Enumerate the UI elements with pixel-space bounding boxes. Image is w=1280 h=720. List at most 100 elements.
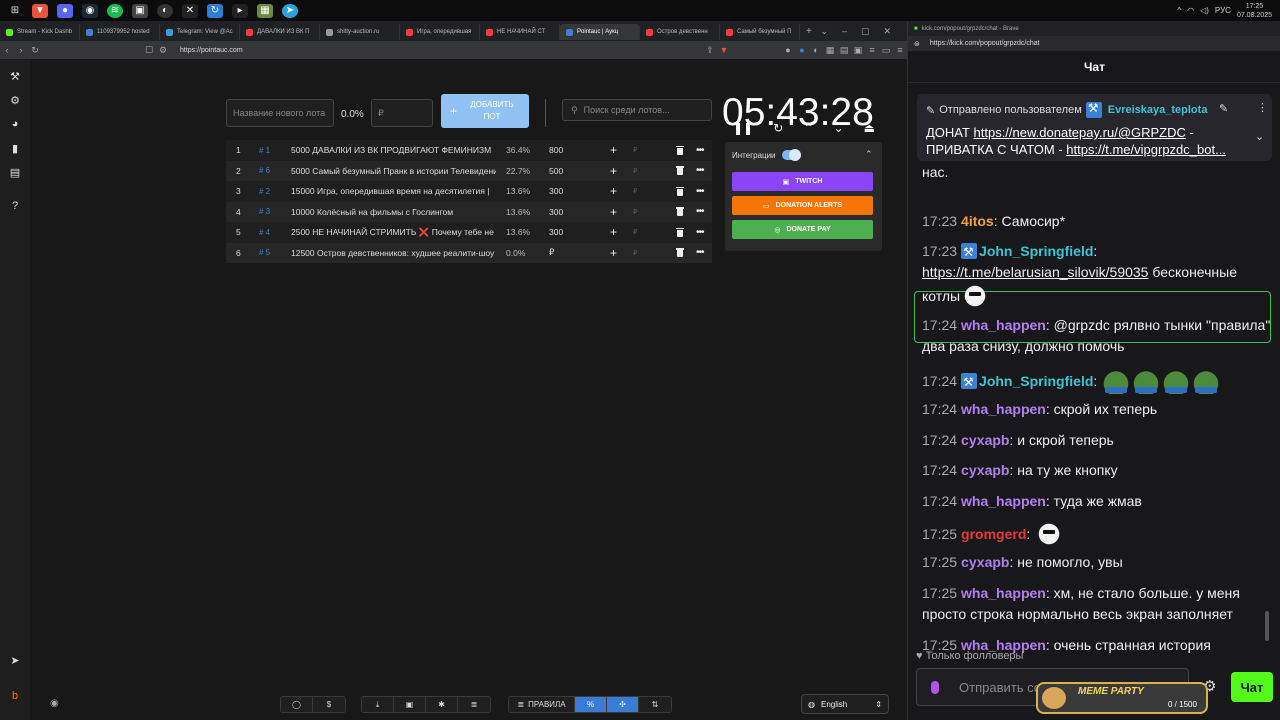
lot-name[interactable]: 15000 Игра, опередившая время на десятил… bbox=[291, 186, 496, 196]
volume-icon[interactable]: ◁) bbox=[1200, 6, 1209, 15]
extension8-icon[interactable]: ▭ bbox=[879, 45, 893, 56]
add-lot-button[interactable]: + ДОБАВИТЬ ПОТ bbox=[441, 94, 529, 128]
stats-icon[interactable]: ▮ bbox=[8, 141, 22, 155]
lot-name[interactable]: 2500 НЕ НАЧИНАЙ СТРИМИТЬ ❌ Почему тебе н… bbox=[291, 227, 496, 238]
message-username[interactable]: сухарb bbox=[961, 462, 1009, 478]
restart-icon[interactable]: ↻ bbox=[773, 121, 783, 135]
lot-rub-input[interactable]: ₽ bbox=[633, 146, 637, 154]
trash-icon[interactable] bbox=[676, 248, 684, 258]
more-options-icon[interactable]: ••• bbox=[696, 227, 704, 238]
add-to-lot-icon[interactable]: + bbox=[610, 246, 617, 260]
picture-icon[interactable]: ▦ bbox=[257, 3, 273, 18]
lot-id[interactable]: # 3 bbox=[259, 207, 270, 216]
message-username[interactable]: wha_happen bbox=[961, 401, 1046, 417]
url-text[interactable]: https://pointauc.com bbox=[180, 47, 243, 54]
extension-icon[interactable]: ● bbox=[781, 45, 795, 55]
lot-rub-input[interactable]: ₽ bbox=[633, 228, 637, 236]
more-options-icon[interactable]: ••• bbox=[696, 145, 704, 156]
donation-alerts-button[interactable]: ▭ DONATION ALERTS bbox=[732, 196, 873, 215]
site-info-icon[interactable]: ⚙ bbox=[156, 45, 170, 56]
browser-tab[interactable]: Игра, опередившая bbox=[400, 24, 480, 40]
more-options-icon[interactable]: ⋮ bbox=[1257, 101, 1268, 114]
extension2-icon[interactable]: ● bbox=[795, 45, 809, 55]
unpin-icon[interactable]: ✎ bbox=[1219, 102, 1228, 115]
add-to-lot-icon[interactable]: + bbox=[610, 225, 617, 239]
telegram-icon[interactable]: ➤ bbox=[8, 653, 22, 667]
table-row[interactable]: 5 # 4 2500 НЕ НАЧИНАЙ СТРИМИТЬ ❌ Почему те… bbox=[226, 222, 712, 243]
chat-message[interactable]: 17:23 4itos: Самосир* bbox=[922, 211, 1272, 232]
steam-icon[interactable]: ◉ bbox=[82, 3, 98, 18]
brave-browser-icon[interactable]: ▼ bbox=[32, 3, 48, 18]
site-info-icon[interactable]: ⊜ bbox=[914, 40, 920, 48]
lot-rub-input[interactable]: ₽ bbox=[633, 208, 637, 216]
twitch-integration-button[interactable]: ▣ TWITCH bbox=[732, 172, 873, 191]
more-options-icon[interactable]: ••• bbox=[696, 247, 704, 258]
message-username[interactable]: John_Springfield bbox=[979, 373, 1093, 389]
message-username[interactable]: gromgerd bbox=[961, 526, 1026, 542]
table-row[interactable]: 6 # 5 12500 Остров девственников: худшее р… bbox=[226, 242, 712, 263]
browser-tab[interactable]: ДАВАЛКИ ИЗ ВК П bbox=[240, 24, 320, 40]
github-icon[interactable]: ◯ bbox=[281, 697, 313, 712]
trash-icon[interactable] bbox=[676, 186, 684, 196]
chevron-up-icon[interactable]: ⌃ bbox=[865, 149, 873, 160]
help-icon[interactable]: ? bbox=[8, 199, 22, 213]
chat-scrollbar[interactable] bbox=[1265, 611, 1269, 641]
add-to-lot-icon[interactable]: + bbox=[610, 184, 617, 198]
add-to-lot-icon[interactable]: + bbox=[610, 143, 617, 157]
chat-message[interactable]: 17:24 сухарb: на ту же кнопку bbox=[922, 460, 1272, 481]
forward-icon[interactable]: › bbox=[14, 45, 28, 55]
browser-tab[interactable]: Telegram: View @Ac bbox=[160, 24, 240, 40]
lot-rub-input[interactable]: ₽ bbox=[633, 249, 637, 257]
new-lot-name-input[interactable]: Название нового лота bbox=[226, 99, 334, 127]
chevron-down-icon[interactable]: ⌄ bbox=[1255, 130, 1264, 143]
clock[interactable]: 17:25 07.08.2025 bbox=[1237, 2, 1272, 20]
menu-icon[interactable]: ≡ bbox=[893, 45, 907, 55]
trash-icon[interactable] bbox=[676, 145, 684, 155]
settings-icon[interactable]: ⚙ bbox=[8, 93, 22, 107]
trash-icon[interactable] bbox=[676, 207, 684, 217]
reload-icon[interactable]: ↻ bbox=[28, 45, 42, 56]
integrations-toggle[interactable] bbox=[782, 149, 801, 161]
lot-id[interactable]: # 2 bbox=[259, 187, 270, 196]
add-to-lot-icon[interactable]: + bbox=[610, 205, 617, 219]
donate-pay-button[interactable]: ◎ DONATE PAY bbox=[732, 220, 873, 239]
pause-icon[interactable]: ❚❚ bbox=[733, 121, 753, 135]
chat-message[interactable]: 17:24 сухарb: и скрой теперь bbox=[922, 430, 1272, 451]
message-username[interactable]: wha_happen bbox=[961, 317, 1046, 333]
trash-icon[interactable] bbox=[676, 166, 684, 176]
chat-message[interactable]: 17:24 wha_happen: туда же жмав bbox=[922, 491, 1272, 512]
chat-message[interactable]: 17:24 John_Springfield: bbox=[922, 368, 1272, 394]
message-username[interactable]: сухарb bbox=[961, 432, 1009, 448]
more-options-icon[interactable]: ••• bbox=[696, 206, 704, 217]
app-icon[interactable]: ▣ bbox=[132, 3, 148, 18]
share-icon[interactable]: ⇪ bbox=[703, 45, 717, 56]
browser-tab[interactable]: shitty-auction.ru bbox=[320, 24, 400, 40]
compact-view-icon[interactable]: ✣ bbox=[607, 697, 639, 712]
obs-icon[interactable]: ◐ bbox=[157, 3, 173, 18]
rules-button[interactable]: ≣ ПРАВИЛА bbox=[509, 697, 575, 712]
tray-chevron-icon[interactable]: ^ bbox=[1177, 6, 1181, 15]
bug-icon[interactable]: ✱ bbox=[426, 697, 458, 712]
more-options-icon[interactable]: ••• bbox=[696, 165, 704, 176]
extension4-icon[interactable]: ▦ bbox=[823, 45, 837, 56]
percent-toggle[interactable]: % bbox=[575, 697, 607, 712]
brave-shields-icon[interactable]: ▼ bbox=[717, 45, 731, 55]
chat-message[interactable]: 17:25 сухарb: не помогло, увы bbox=[922, 552, 1272, 573]
browser-tab[interactable]: НЕ НАЧИНАЙ СТ bbox=[480, 24, 560, 40]
new-tab-icon[interactable]: + bbox=[806, 26, 812, 37]
tool-icon[interactable]: ✕ bbox=[182, 3, 198, 18]
auction-hammer-icon[interactable]: ⚒ bbox=[8, 69, 22, 83]
table-row[interactable]: 4 # 3 10000 Колёсный на фильмы с Гослингом… bbox=[226, 201, 712, 222]
extension7-icon[interactable]: ≡ bbox=[865, 45, 879, 55]
spotify-icon[interactable]: ≋ bbox=[107, 3, 123, 18]
clear-list-icon[interactable]: ≣ bbox=[458, 697, 490, 712]
browser-tab[interactable]: Pointauc | Аукц bbox=[560, 24, 640, 40]
lot-id[interactable]: # 4 bbox=[259, 228, 270, 237]
trash-icon[interactable] bbox=[676, 227, 684, 237]
eye-icon[interactable]: ◉ bbox=[50, 698, 59, 709]
pinned-by-user[interactable]: Evreiskaya_teplota bbox=[1108, 104, 1208, 116]
discord-icon[interactable]: ● bbox=[57, 3, 73, 18]
extension5-icon[interactable]: ▤ bbox=[837, 45, 851, 56]
download-icon[interactable]: ⤓ bbox=[362, 697, 394, 712]
table-row[interactable]: 3 # 2 15000 Игра, опередившая время на дес… bbox=[226, 181, 712, 202]
